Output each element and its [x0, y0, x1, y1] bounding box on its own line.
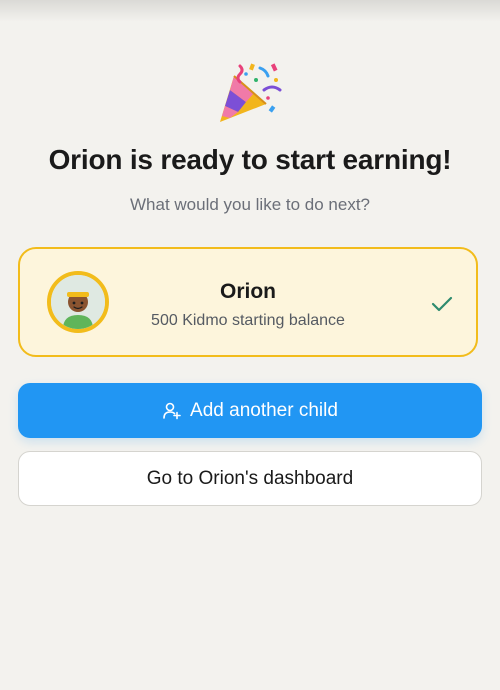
child-balance: 500 Kidmo starting balance [151, 312, 345, 329]
child-name: Orion [220, 280, 276, 303]
top-shadow [0, 0, 500, 22]
page-subtitle: What would you like to do next? [129, 195, 371, 214]
page-title: Orion is ready to start earning! [48, 144, 452, 175]
go-to-dashboard-button[interactable]: Go to Orion's dashboard [18, 451, 482, 506]
go-to-dashboard-label: Go to Orion's dashboard [146, 467, 354, 489]
add-user-icon [163, 402, 181, 419]
add-another-child-button[interactable]: Add another child [18, 383, 482, 438]
add-another-child-label: Add another child [190, 399, 338, 421]
party-popper-icon [220, 63, 282, 122]
checkmark-icon [431, 296, 453, 312]
child-card[interactable]: Orion 500 Kidmo starting balance [18, 247, 478, 357]
